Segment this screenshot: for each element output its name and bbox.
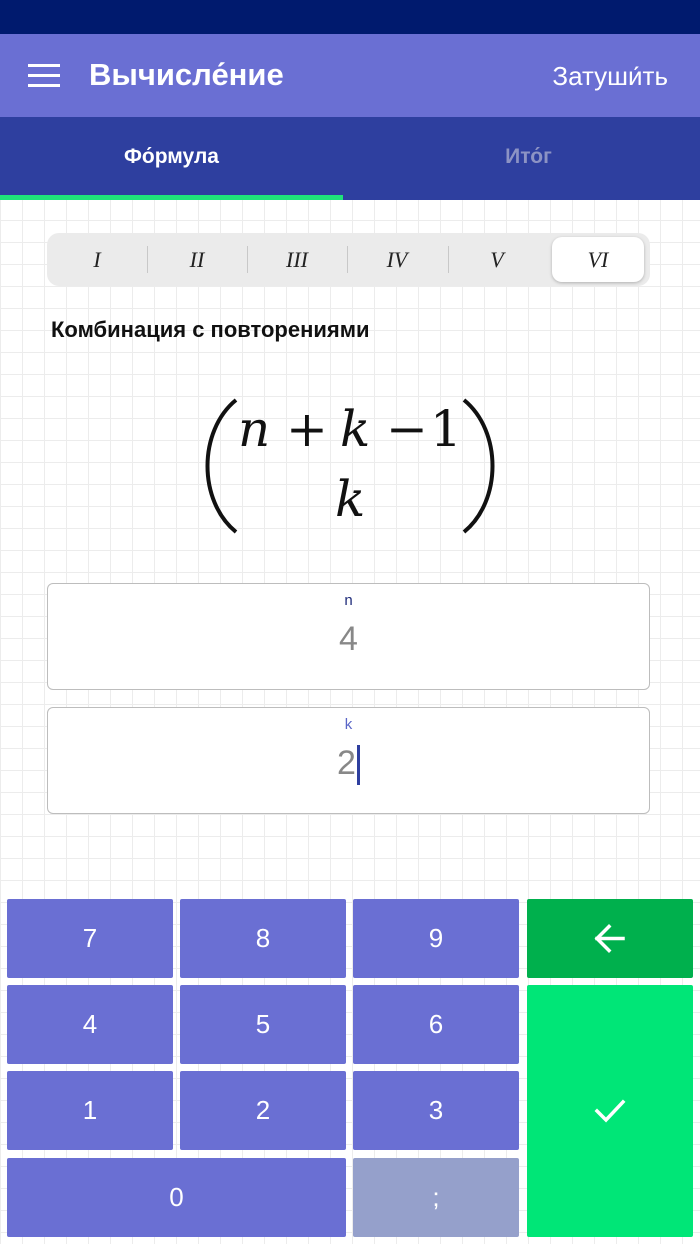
binomial-formula: n + k − 1 k bbox=[190, 386, 510, 546]
formula-one: 1 bbox=[430, 400, 462, 458]
tab-bar: Фо́рмула Ито́г bbox=[0, 117, 700, 200]
n-field-value[interactable]: 4 bbox=[48, 616, 649, 662]
status-bar bbox=[0, 0, 700, 34]
divider bbox=[247, 246, 248, 273]
app-title: Вычисле́ние bbox=[89, 57, 284, 92]
k-field-value-wrap[interactable]: 2 bbox=[48, 740, 649, 786]
key-semicolon[interactable]: ; bbox=[353, 1158, 519, 1237]
formula-option-i[interactable]: I bbox=[51, 237, 143, 282]
formula-var-k: k bbox=[340, 400, 370, 458]
key-6[interactable]: 6 bbox=[353, 985, 519, 1064]
text-caret bbox=[356, 745, 360, 786]
k-input-field[interactable]: k 2 bbox=[47, 707, 650, 814]
key-8[interactable]: 8 bbox=[180, 899, 346, 978]
key-9[interactable]: 9 bbox=[353, 899, 519, 978]
divider bbox=[448, 246, 449, 273]
checkmark-icon bbox=[594, 1099, 626, 1123]
key-5[interactable]: 5 bbox=[180, 985, 346, 1064]
backspace-arrow-icon bbox=[594, 924, 625, 953]
left-paren bbox=[205, 398, 238, 534]
tab-formula[interactable]: Фо́рмула bbox=[0, 117, 343, 200]
formula-option-ii[interactable]: II bbox=[151, 237, 243, 282]
formula-var-n: n bbox=[238, 400, 270, 458]
k-field-value[interactable]: 2 bbox=[337, 744, 356, 782]
confirm-button[interactable] bbox=[527, 985, 693, 1237]
formula-option-iii[interactable]: III bbox=[251, 237, 343, 282]
divider bbox=[147, 246, 148, 273]
k-field-label: k bbox=[344, 716, 353, 733]
divider bbox=[347, 246, 348, 273]
key-4[interactable]: 4 bbox=[7, 985, 173, 1064]
hamburger-menu-icon[interactable] bbox=[28, 64, 60, 88]
right-paren bbox=[462, 398, 495, 534]
clear-button[interactable]: Затуши́ть bbox=[552, 58, 668, 94]
key-3[interactable]: 3 bbox=[353, 1071, 519, 1150]
formula-plus: + bbox=[286, 400, 328, 458]
formula-bottom-k: k bbox=[335, 470, 365, 528]
n-input-field[interactable]: n 4 bbox=[47, 583, 650, 690]
key-2[interactable]: 2 bbox=[180, 1071, 346, 1150]
app-bar: Вычисле́ние Затуши́ть bbox=[0, 34, 700, 117]
key-1[interactable]: 1 bbox=[7, 1071, 173, 1150]
key-0[interactable]: 0 bbox=[7, 1158, 346, 1237]
formula-option-vi[interactable]: VI bbox=[552, 237, 644, 282]
formula-name: Комбинация с повторениями bbox=[51, 317, 370, 342]
formula-selector: I II III IV V VI bbox=[47, 233, 650, 286]
formula-option-v[interactable]: V bbox=[451, 237, 543, 282]
n-field-label: n bbox=[344, 592, 353, 609]
backspace-button[interactable] bbox=[527, 899, 693, 978]
key-7[interactable]: 7 bbox=[7, 899, 173, 978]
formula-minus: − bbox=[386, 400, 428, 458]
tab-indicator bbox=[0, 195, 343, 200]
formula-graphic: n + k − 1 k bbox=[205, 398, 495, 534]
formula-option-iv[interactable]: IV bbox=[351, 237, 443, 282]
tab-result[interactable]: Ито́г bbox=[357, 117, 700, 200]
